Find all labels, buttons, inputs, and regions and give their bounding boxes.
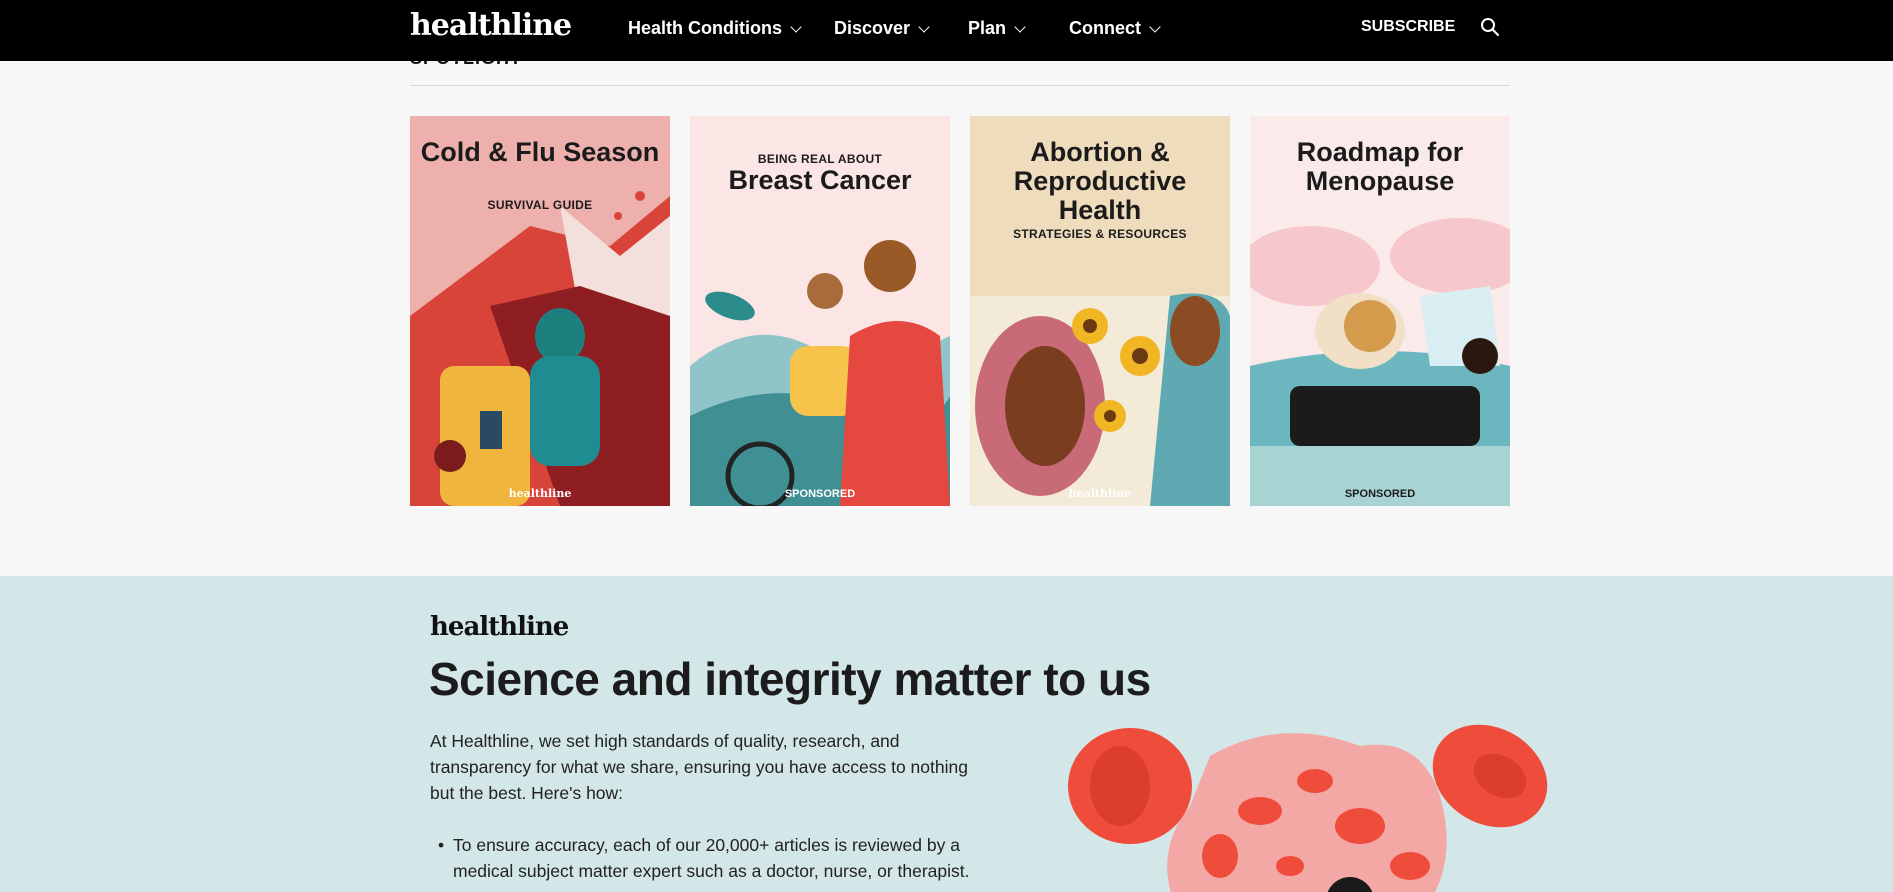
nav-discover[interactable]: Discover xyxy=(834,18,930,39)
chevron-down-icon xyxy=(1149,20,1161,33)
card-footer: SPONSORED xyxy=(1344,488,1416,500)
subscribe-button[interactable]: SUBSCRIBE xyxy=(1361,18,1455,36)
card-subtitle: STRATEGIES & RESOURCES xyxy=(1013,227,1187,241)
nav-discover-label: Discover xyxy=(834,18,911,38)
integrity-bullet-list: To ensure accuracy, each of our 20,000+ … xyxy=(430,832,1000,884)
spotlight-card-breast-cancer[interactable]: BEING REAL ABOUT Breast Cancer SPONSORED xyxy=(690,116,950,506)
card-kicker: BEING REAL ABOUT xyxy=(757,152,883,166)
card-footer: healthline xyxy=(508,487,572,500)
nav-connect-label: Connect xyxy=(1069,18,1141,38)
blood-cells-illustration xyxy=(1068,724,1548,892)
chevron-down-icon xyxy=(918,20,930,33)
card-subtitle: SURVIVAL GUIDE xyxy=(487,198,593,212)
nav-plan[interactable]: Plan xyxy=(968,18,1026,39)
list-item: To ensure accuracy, each of our 20,000+ … xyxy=(430,832,1000,884)
spotlight-divider xyxy=(410,85,1510,86)
spotlight-card-menopause[interactable]: Roadmap for Menopause SPONSORED xyxy=(1250,116,1510,506)
healthline-logo[interactable]: healthline xyxy=(410,8,572,43)
integrity-section: healthline Science and integrity matter … xyxy=(0,576,1893,892)
card-title: Breast Cancer xyxy=(728,165,912,195)
cold-flu-illustration xyxy=(410,116,670,506)
chevron-down-icon xyxy=(790,20,802,33)
nav-health-conditions[interactable]: Health Conditions xyxy=(628,18,802,39)
card-title: Cold & Flu Season xyxy=(420,137,660,167)
nav-plan-label: Plan xyxy=(968,18,1007,38)
integrity-heading: Science and integrity matter to us xyxy=(429,653,1151,705)
card-title: Abortion & Reproductive Health xyxy=(1013,137,1187,225)
chevron-down-icon xyxy=(1014,20,1026,33)
spotlight-card-reproductive-health[interactable]: Abortion & Reproductive Health STRATEGIE… xyxy=(970,116,1230,506)
card-footer: SPONSORED xyxy=(784,488,856,500)
search-icon[interactable] xyxy=(1480,17,1500,37)
nav-connect[interactable]: Connect xyxy=(1069,18,1161,39)
spotlight-card-cold-flu[interactable]: Cold & Flu Season SURVIVAL GUIDE healthl… xyxy=(410,116,670,506)
integrity-intro: At Healthline, we set high standards of … xyxy=(430,731,968,803)
card-title: Roadmap for Menopause xyxy=(1296,137,1464,196)
top-navigation-bar: healthline Health Conditions Discover Pl… xyxy=(0,0,1893,61)
card-footer: healthline xyxy=(1068,487,1132,500)
healthline-logo: healthline xyxy=(430,612,569,642)
nav-health-conditions-label: Health Conditions xyxy=(628,18,782,38)
